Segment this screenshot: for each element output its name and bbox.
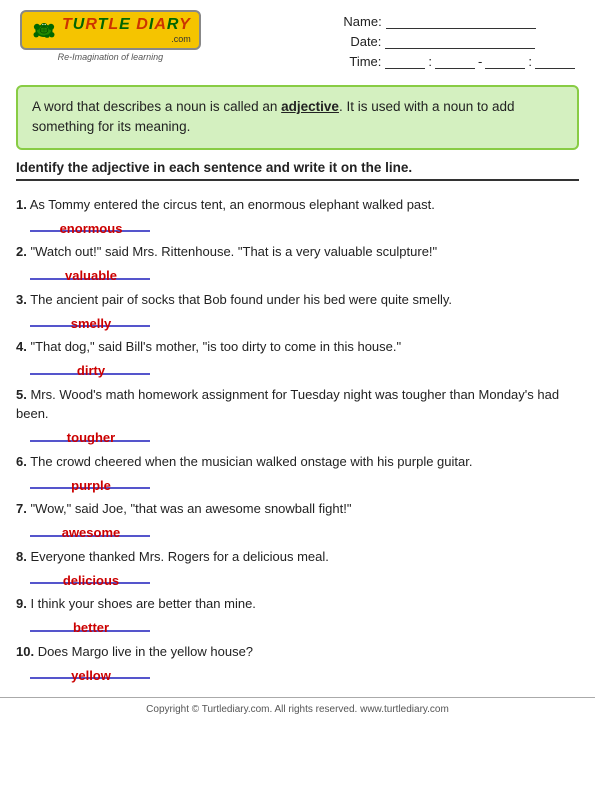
logo-box: TURTLE DIARY .com	[20, 10, 201, 50]
answer-text-7: awesome	[32, 525, 150, 540]
time-field-row: Time: : - :	[343, 54, 575, 69]
definition-text1: A word that describes a noun is called a…	[32, 99, 281, 114]
answer-row-1: enormous	[30, 216, 579, 232]
date-label: Date:	[343, 34, 381, 49]
question-item-4: 4. "That dog," said Bill's mother, "is t…	[16, 337, 579, 375]
answer-text-3: smelly	[32, 316, 150, 331]
answer-text-8: delicious	[32, 573, 150, 588]
question-item-6: 6. The crowd cheered when the musician w…	[16, 452, 579, 490]
time-h1	[385, 55, 425, 69]
question-text-8: 8. Everyone thanked Mrs. Rogers for a de…	[16, 547, 579, 567]
footer: Copyright © Turtlediary.com. All rights …	[0, 697, 595, 719]
time-sep2: -	[478, 54, 482, 69]
answer-row-3: smelly	[30, 311, 579, 327]
logo-tagline: Re-Imagination of learning	[58, 52, 164, 62]
answer-text-2: valuable	[32, 268, 150, 283]
time-label: Time:	[343, 54, 381, 69]
question-text-1: 1. As Tommy entered the circus tent, an …	[16, 195, 579, 215]
question-item-5: 5. Mrs. Wood's math homework assignment …	[16, 385, 579, 442]
time-m1	[435, 55, 475, 69]
question-text-7: 7. "Wow," said Joe, "that was an awesome…	[16, 499, 579, 519]
question-text-2: 2. "Watch out!" said Mrs. Rittenhouse. "…	[16, 242, 579, 262]
question-text-6: 6. The crowd cheered when the musician w…	[16, 452, 579, 472]
logo-com: .com	[171, 34, 191, 44]
question-text-3: 3. The ancient pair of socks that Bob fo…	[16, 290, 579, 310]
answer-row-2: valuable	[30, 264, 579, 280]
question-item-7: 7. "Wow," said Joe, "that was an awesome…	[16, 499, 579, 537]
question-text-10: 10. Does Margo live in the yellow house?	[16, 642, 579, 662]
time-sep3: :	[528, 54, 532, 69]
answer-row-4: dirty	[30, 359, 579, 375]
date-line	[385, 35, 535, 49]
turtle-icon	[30, 19, 58, 41]
time-row: : - :	[385, 54, 575, 69]
time-h2	[485, 55, 525, 69]
question-text-9: 9. I think your shoes are better than mi…	[16, 594, 579, 614]
answer-row-5: tougher	[30, 426, 579, 442]
date-field-row: Date:	[343, 34, 575, 49]
logo-area: TURTLE DIARY .com Re-Imagination of lear…	[20, 10, 201, 62]
questions-section: 1. As Tommy entered the circus tent, an …	[0, 181, 595, 690]
question-item-1: 1. As Tommy entered the circus tent, an …	[16, 195, 579, 233]
instructions: Identify the adjective in each sentence …	[16, 160, 579, 181]
question-item-2: 2. "Watch out!" said Mrs. Rittenhouse. "…	[16, 242, 579, 280]
name-field-row: Name:	[343, 14, 575, 29]
answer-text-4: dirty	[32, 363, 150, 378]
question-item-8: 8. Everyone thanked Mrs. Rogers for a de…	[16, 547, 579, 585]
answer-text-5: tougher	[32, 430, 150, 445]
answer-row-6: purple	[30, 473, 579, 489]
answer-text-6: purple	[32, 478, 150, 493]
name-line	[386, 15, 536, 29]
question-text-4: 4. "That dog," said Bill's mother, "is t…	[16, 337, 579, 357]
question-item-3: 3. The ancient pair of socks that Bob fo…	[16, 290, 579, 328]
answer-text-1: enormous	[32, 221, 150, 236]
answer-row-8: delicious	[30, 568, 579, 584]
header: TURTLE DIARY .com Re-Imagination of lear…	[0, 0, 595, 77]
answer-text-9: better	[32, 620, 150, 635]
definition-keyword: adjective	[281, 99, 339, 114]
answer-text-10: yellow	[32, 668, 150, 683]
question-item-9: 9. I think your shoes are better than mi…	[16, 594, 579, 632]
name-label: Name:	[343, 14, 381, 29]
question-text-5: 5. Mrs. Wood's math homework assignment …	[16, 385, 579, 424]
time-sep1: :	[428, 54, 432, 69]
answer-row-10: yellow	[30, 663, 579, 679]
logo-text: TURTLE DIARY	[62, 16, 191, 34]
time-m2	[535, 55, 575, 69]
answer-row-9: better	[30, 616, 579, 632]
definition-box: A word that describes a noun is called a…	[16, 85, 579, 150]
header-fields: Name: Date: Time: : - :	[343, 14, 575, 69]
question-item-10: 10. Does Margo live in the yellow house?…	[16, 642, 579, 680]
answer-row-7: awesome	[30, 521, 579, 537]
